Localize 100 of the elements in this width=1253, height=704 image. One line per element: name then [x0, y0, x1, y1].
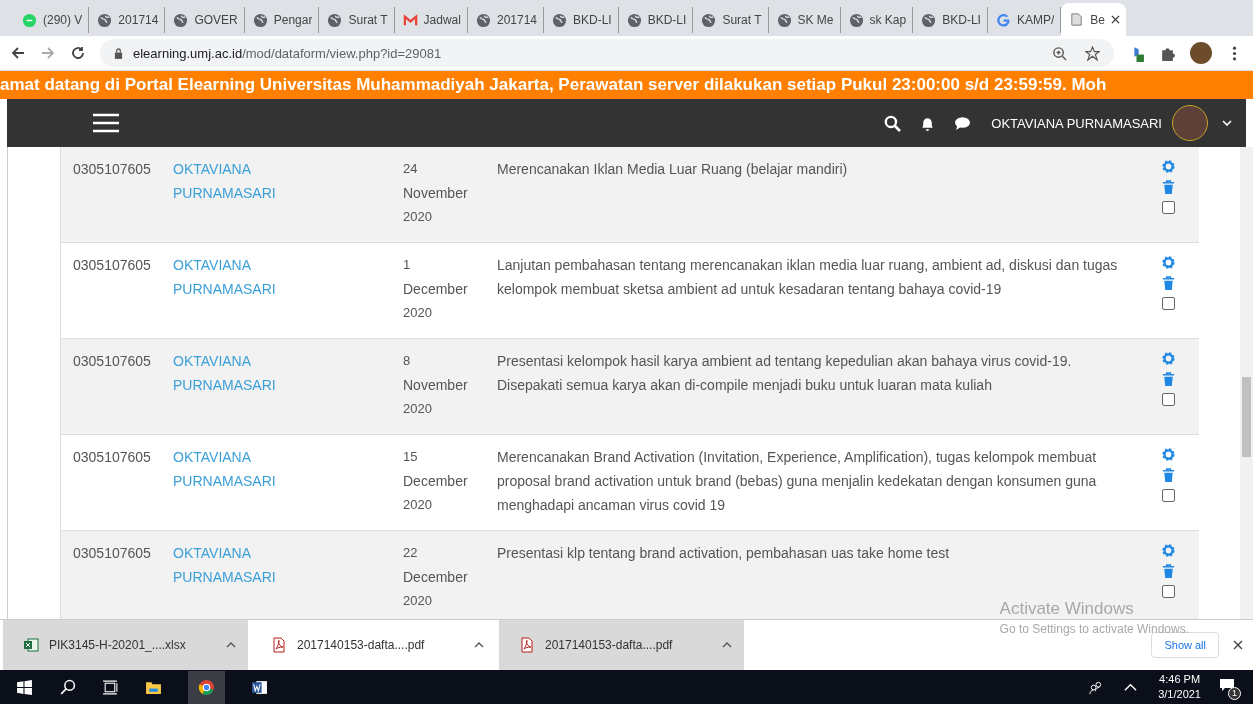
star-icon[interactable]	[1085, 45, 1100, 61]
g-letter-icon	[995, 12, 1011, 28]
url-text: elearning.umj.ac.id/mod/dataform/view.php?id=29081	[133, 45, 442, 61]
gear-icon[interactable]	[1161, 543, 1176, 558]
globe-icon	[626, 12, 642, 28]
search-icon[interactable]	[59, 678, 76, 696]
browser-tab[interactable]: Surat T	[319, 7, 395, 33]
browser-tab[interactable]: 201714	[467, 7, 544, 33]
globe-icon	[252, 12, 268, 28]
windows-logo-icon[interactable]	[16, 678, 33, 696]
browser-tab[interactable]: GOVER	[165, 7, 245, 33]
browser-tab[interactable]: Pengar	[244, 7, 320, 33]
trash-icon[interactable]	[1161, 468, 1176, 483]
row-checkbox[interactable]	[1162, 393, 1175, 406]
user-avatar[interactable]	[1172, 105, 1208, 141]
download-filename: 2017140153-dafta....pdf	[545, 638, 674, 652]
row-checkbox[interactable]	[1162, 201, 1175, 214]
download-item[interactable]: 2017140153-dafta....pdf	[499, 620, 744, 670]
tab-title: 201714	[496, 13, 537, 27]
back-arrow-icon[interactable]	[10, 45, 26, 61]
search-icon[interactable]	[884, 114, 902, 132]
browser-icon[interactable]	[188, 670, 225, 704]
show-all-button[interactable]: Show all	[1151, 632, 1219, 658]
row-checkbox[interactable]	[1162, 489, 1175, 502]
close-icon[interactable]	[1110, 15, 1120, 24]
download-item[interactable]: PIK3145-H-20201_....xlsx	[3, 620, 248, 670]
id-cell-text: 0305107605	[73, 352, 152, 371]
date-day: 1	[403, 253, 497, 277]
spreadsheet-file-icon	[23, 637, 39, 653]
browser-tab[interactable]: BKD-LI	[544, 7, 619, 33]
tab-title: GOVER	[194, 13, 238, 27]
clock-date[interactable]: 3/1/2021	[1158, 687, 1201, 702]
browser-tab[interactable]: SK Me	[768, 7, 841, 33]
address-bar[interactable]: elearning.umj.ac.id/mod/dataform/view.php?id=29081	[100, 39, 1114, 67]
row-checkbox[interactable]	[1162, 585, 1175, 598]
browser-tab[interactable]: 201714	[89, 7, 166, 33]
globe-icon	[921, 12, 937, 28]
globe-icon	[776, 12, 792, 28]
id-cell-text: 0305107605	[73, 544, 152, 563]
date-month: November	[403, 376, 469, 395]
download-filename: 2017140153-dafta....pdf	[297, 638, 426, 652]
people-icon[interactable]	[1088, 679, 1104, 695]
browser-tab[interactable]: Be	[1061, 3, 1126, 36]
zoom-icon[interactable]	[1052, 45, 1067, 61]
profile-avatar[interactable]	[1190, 42, 1212, 64]
caret-icon[interactable]	[1222, 120, 1232, 126]
caret-up-icon[interactable]	[226, 642, 236, 648]
globe-icon	[552, 12, 567, 28]
clock-time[interactable]: 4:46 PM	[1159, 672, 1201, 687]
gear-icon[interactable]	[1161, 351, 1176, 366]
announcement-text: amat datang di Portal Elearning Universitas Muhammadiyah Jakarta, Perawatan server dilakukan setiap Pukul 23:00:00 s/d 23:59:59. Moh	[0, 75, 1107, 95]
task-view-icon[interactable]	[102, 678, 119, 696]
notification-count: 1	[1228, 687, 1241, 700]
tab-title: (290) V	[43, 13, 83, 27]
trash-icon[interactable]	[1161, 372, 1176, 387]
trash-icon[interactable]	[1161, 564, 1176, 579]
date-month: November	[403, 184, 469, 203]
browser-tab[interactable]: (290) V	[14, 7, 90, 33]
trash-icon[interactable]	[1161, 180, 1176, 195]
lock-icon	[114, 47, 123, 59]
activation-title: Activate Windows	[999, 599, 1135, 619]
description-text: Lanjutan pembahasan tentang merencanakan iklan media luar ruang, ambient ad, diskusi dan tugas kelompok membuat sketsa ambient ad untuk kesadaran tentang bahaya covid-19	[497, 257, 1118, 297]
browser-tab[interactable]: BKD-LI	[913, 7, 988, 33]
gear-icon[interactable]	[1161, 255, 1176, 270]
gear-icon[interactable]	[1161, 447, 1176, 462]
mail-icon	[402, 12, 418, 28]
menu-icon[interactable]	[93, 113, 119, 133]
id-cell-text: 0305107605	[73, 256, 152, 275]
caret-up-icon[interactable]	[722, 642, 732, 648]
chat-icon[interactable]	[954, 114, 972, 132]
description-text: Merencanakan Iklan Media Luar Ruang (belajar mandiri)	[497, 161, 848, 177]
browser-tab[interactable]: Surat T	[693, 7, 769, 33]
globe-icon	[701, 12, 717, 28]
caret-up-icon[interactable]	[474, 642, 484, 648]
date-year: 2020	[403, 400, 433, 418]
pdf-file-icon	[519, 637, 535, 653]
close-icon[interactable]	[1233, 640, 1243, 650]
globe-icon	[97, 12, 113, 28]
tab-title: SK Me	[797, 13, 834, 27]
date-month: December	[403, 472, 469, 491]
date-month: December	[403, 568, 469, 587]
tab-title: Pengar	[273, 13, 313, 27]
trash-icon[interactable]	[1161, 276, 1176, 291]
reload-icon[interactable]	[70, 45, 86, 61]
date-year: 2020	[403, 592, 433, 610]
user-name[interactable]: OKTAVIANA PURNAMASARI	[991, 115, 1162, 131]
globe-icon	[848, 12, 864, 28]
browser-tab[interactable]: Jadwal	[394, 7, 468, 33]
row-checkbox[interactable]	[1162, 297, 1175, 310]
gear-icon[interactable]	[1161, 159, 1176, 174]
date-day: 15	[403, 445, 497, 469]
tab-title: 201714	[118, 13, 159, 27]
document-icon	[1069, 12, 1085, 27]
word-app-icon[interactable]	[251, 678, 268, 696]
browser-tab[interactable]: BKD-LI	[618, 7, 694, 33]
browser-tab[interactable]: sk Kap	[840, 7, 914, 33]
globe-icon	[173, 12, 189, 28]
scrollbar[interactable]	[1240, 147, 1253, 619]
tab-title: BKD-LI	[942, 13, 981, 27]
description-text: Presentasi klp tentang brand activation, pembahasan uas take home test	[497, 545, 950, 561]
